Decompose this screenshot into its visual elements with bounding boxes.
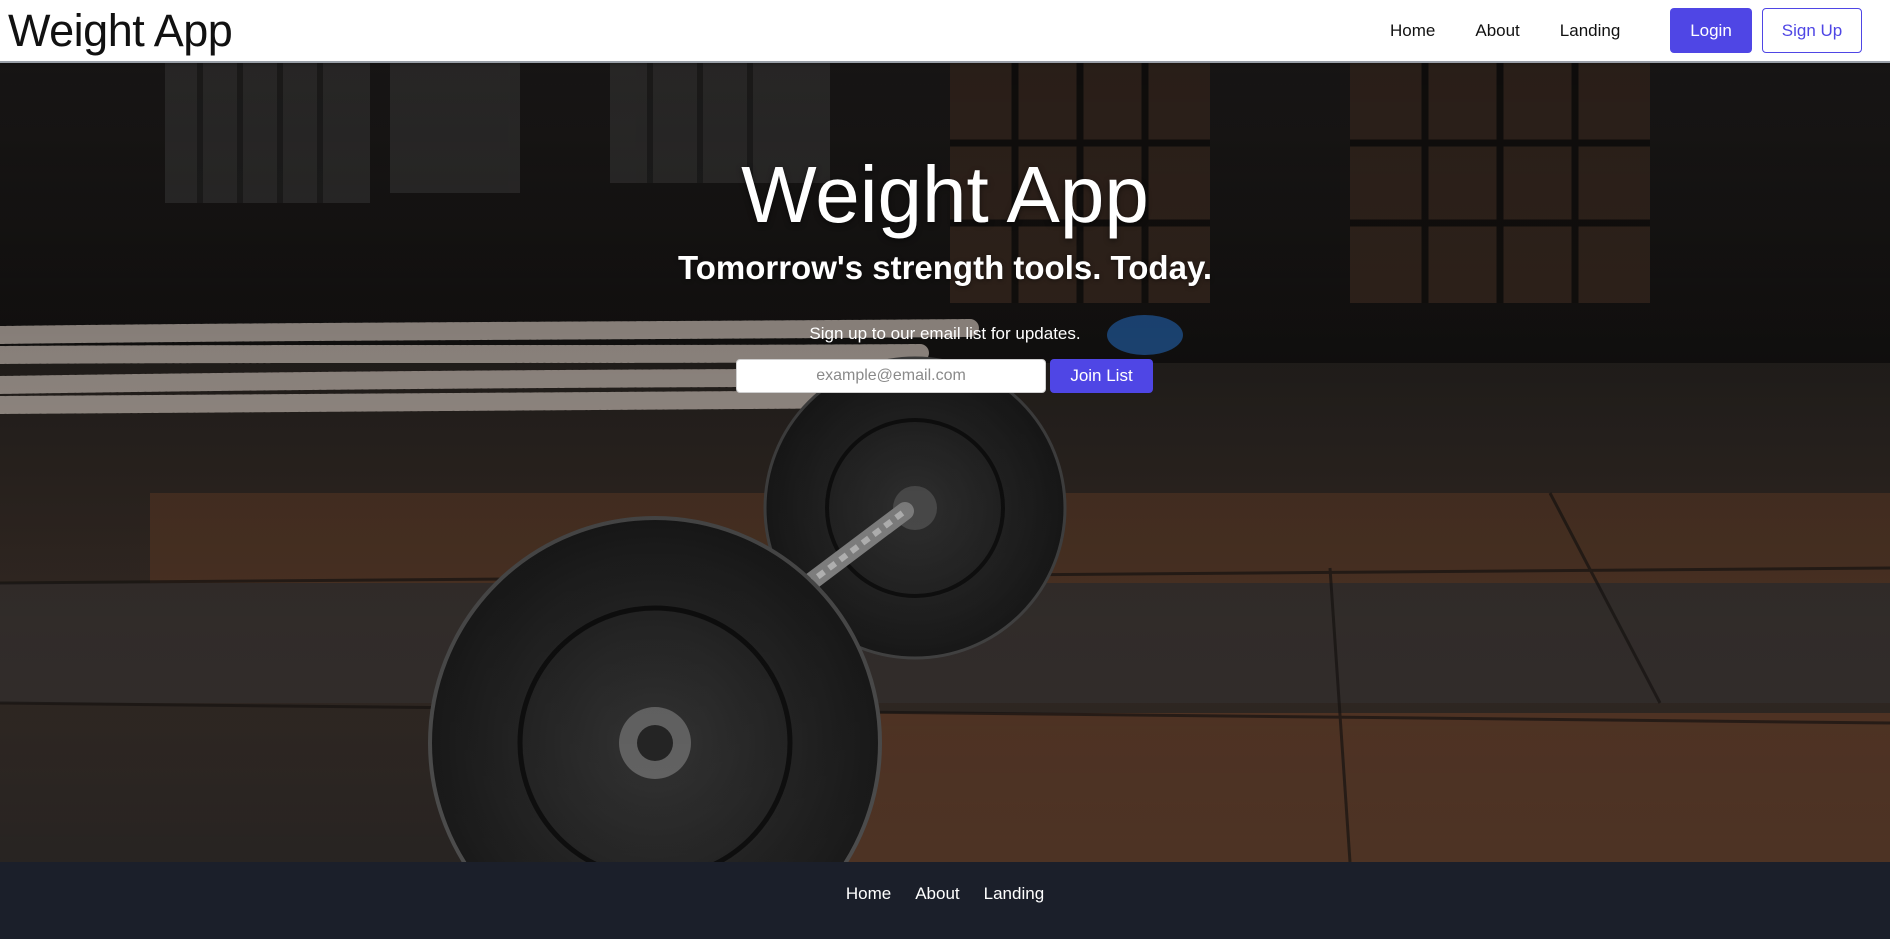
login-button[interactable]: Login [1670,8,1752,53]
hero-tagline: Tomorrow's strength tools. Today. [677,249,1213,286]
nav-link-landing[interactable]: Landing [1560,21,1621,41]
email-input[interactable] [736,359,1046,393]
nav-link-home[interactable]: Home [1390,21,1435,41]
footer-link-home[interactable]: Home [846,884,891,904]
sign-up-button[interactable]: Sign Up [1762,8,1862,53]
footer-link-landing[interactable]: Landing [984,884,1045,904]
join-list-button[interactable]: Join List [1050,359,1153,393]
footer: Home About Landing [0,862,1890,939]
brand-logo-text[interactable]: Weight App [8,5,233,57]
footer-nav: Home About Landing [0,862,1890,925]
email-signup-prompt: Sign up to our email list for updates. [809,324,1081,343]
hero-section: Weight App Tomorrow's strength tools. To… [0,63,1890,862]
top-navbar: Weight App Home About Landing Login Sign… [0,0,1890,63]
hero-title: Weight App [741,150,1149,239]
nav-link-about[interactable]: About [1475,21,1519,41]
footer-link-about[interactable]: About [915,884,959,904]
header-nav: Home About Landing [1390,0,1660,61]
